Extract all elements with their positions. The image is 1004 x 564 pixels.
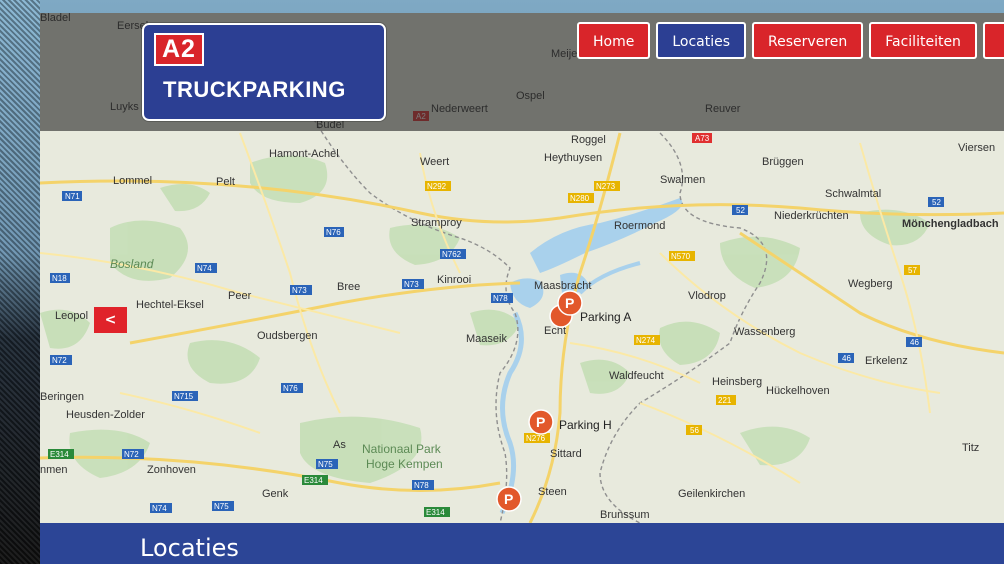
svg-text:N74: N74 <box>197 264 212 273</box>
svg-text:221: 221 <box>718 396 732 405</box>
svg-text:N762: N762 <box>442 250 462 259</box>
page-title: Locaties <box>140 534 239 562</box>
parking-label-a: Parking A <box>580 310 631 324</box>
nav-home[interactable]: Home <box>577 22 651 59</box>
svg-text:Waldfeucht: Waldfeucht <box>609 370 664 382</box>
svg-text:Hoge Kempen: Hoge Kempen <box>366 457 443 471</box>
svg-text:Genk: Genk <box>262 488 289 500</box>
svg-text:N570: N570 <box>671 252 691 261</box>
svg-text:Heinsberg: Heinsberg <box>712 376 762 388</box>
parking-marker-s[interactable]: P <box>496 486 522 512</box>
svg-text:52: 52 <box>736 206 745 215</box>
svg-text:Niederkrüchten: Niederkrüchten <box>774 210 849 222</box>
svg-text:Vlodrop: Vlodrop <box>688 290 726 302</box>
svg-text:N75: N75 <box>214 502 229 511</box>
svg-text:Nationaal Park: Nationaal Park <box>362 442 442 456</box>
svg-text:P: P <box>504 491 513 507</box>
svg-text:Leopol: Leopol <box>55 310 88 322</box>
svg-text:Viersen: Viersen <box>958 142 995 154</box>
svg-text:46: 46 <box>842 354 851 363</box>
svg-text:56: 56 <box>690 426 699 435</box>
svg-text:P: P <box>536 414 545 430</box>
main-nav: Home Locaties Reserveren Faciliteiten <box>577 22 1004 59</box>
svg-text:N75: N75 <box>318 460 333 469</box>
svg-text:N71: N71 <box>65 192 80 201</box>
svg-text:Zonhoven: Zonhoven <box>147 464 196 476</box>
svg-text:Roermond: Roermond <box>614 220 665 232</box>
parking-label-h: Parking H <box>559 418 612 432</box>
svg-text:Maasbracht: Maasbracht <box>534 280 591 292</box>
svg-text:N73: N73 <box>292 286 307 295</box>
svg-text:Sittard: Sittard <box>550 448 582 460</box>
svg-text:Hückelhoven: Hückelhoven <box>766 385 830 397</box>
svg-text:Mönchengladbach: Mönchengladbach <box>902 218 999 230</box>
svg-text:Swalmen: Swalmen <box>660 174 705 186</box>
svg-text:N72: N72 <box>124 450 139 459</box>
svg-text:E314: E314 <box>426 508 445 517</box>
svg-text:Bosland: Bosland <box>110 257 154 271</box>
nav-reserveren[interactable]: Reserveren <box>752 22 864 59</box>
svg-text:A73: A73 <box>695 134 710 143</box>
svg-text:N73: N73 <box>404 280 419 289</box>
svg-text:Brunssum: Brunssum <box>600 509 650 521</box>
logo-text: TRUCKPARKING <box>163 77 346 102</box>
svg-text:E314: E314 <box>304 476 323 485</box>
map-prev-arrow[interactable]: < <box>94 307 127 333</box>
svg-text:52: 52 <box>932 198 941 207</box>
svg-text:Titz: Titz <box>962 442 979 454</box>
svg-text:Roggel: Roggel <box>571 134 606 146</box>
svg-text:Hechtel-Eksel: Hechtel-Eksel <box>136 299 204 311</box>
svg-text:As: As <box>333 439 346 451</box>
svg-text:E314: E314 <box>50 450 69 459</box>
svg-text:nmen: nmen <box>40 464 68 476</box>
parking-marker-h[interactable]: P <box>528 409 554 435</box>
svg-text:N76: N76 <box>283 384 298 393</box>
svg-text:N76: N76 <box>326 228 341 237</box>
nav-more[interactable] <box>982 22 1004 59</box>
svg-text:P: P <box>565 295 574 311</box>
svg-text:N72: N72 <box>52 356 67 365</box>
hero-stage: BladelEersel MeijelLuyks OspelNederweert… <box>40 13 1004 564</box>
svg-text:Geilenkirchen: Geilenkirchen <box>678 488 745 500</box>
svg-text:Peer: Peer <box>228 290 252 302</box>
svg-text:N78: N78 <box>414 481 429 490</box>
svg-text:N74: N74 <box>152 504 167 513</box>
svg-text:Weert: Weert <box>420 156 449 168</box>
svg-text:Maaseik: Maaseik <box>466 333 507 345</box>
svg-text:N276: N276 <box>526 434 546 443</box>
logo[interactable]: A2 TRUCKPARKING <box>142 23 386 121</box>
nav-locaties[interactable]: Locaties <box>656 22 747 59</box>
svg-text:Wassenberg: Wassenberg <box>734 326 795 338</box>
svg-text:46: 46 <box>910 338 919 347</box>
svg-text:Wegberg: Wegberg <box>848 278 892 290</box>
svg-text:Heythuysen: Heythuysen <box>544 152 602 164</box>
svg-text:57: 57 <box>908 266 917 275</box>
svg-text:Heusden-Zolder: Heusden-Zolder <box>66 409 145 421</box>
svg-text:N273: N273 <box>596 182 616 191</box>
svg-text:N280: N280 <box>570 194 590 203</box>
svg-text:Kinrooi: Kinrooi <box>437 274 471 286</box>
page-banner: Locaties <box>40 523 1004 564</box>
svg-text:Steen: Steen <box>538 486 567 498</box>
svg-text:Stramproy: Stramproy <box>411 217 462 229</box>
background-panel <box>0 0 40 564</box>
svg-text:Lommel: Lommel <box>113 175 152 187</box>
svg-text:N78: N78 <box>493 294 508 303</box>
svg-text:N292: N292 <box>427 182 447 191</box>
svg-text:Hamont-Achel: Hamont-Achel <box>269 148 339 160</box>
svg-text:N715: N715 <box>174 392 194 401</box>
svg-text:Pelt: Pelt <box>216 176 235 188</box>
svg-text:Beringen: Beringen <box>40 391 84 403</box>
svg-text:Oudsbergen: Oudsbergen <box>257 330 318 342</box>
nav-faciliteiten[interactable]: Faciliteiten <box>869 22 977 59</box>
logo-tag: A2 <box>154 33 204 66</box>
svg-text:Erkelenz: Erkelenz <box>865 355 908 367</box>
header-bar: A2 TRUCKPARKING Home Locaties Reserveren… <box>40 13 1004 131</box>
svg-text:N274: N274 <box>636 336 656 345</box>
svg-text:Brüggen: Brüggen <box>762 156 804 168</box>
svg-text:N18: N18 <box>52 274 67 283</box>
svg-text:Bree: Bree <box>337 281 360 293</box>
svg-text:Schwalmtal: Schwalmtal <box>825 188 881 200</box>
